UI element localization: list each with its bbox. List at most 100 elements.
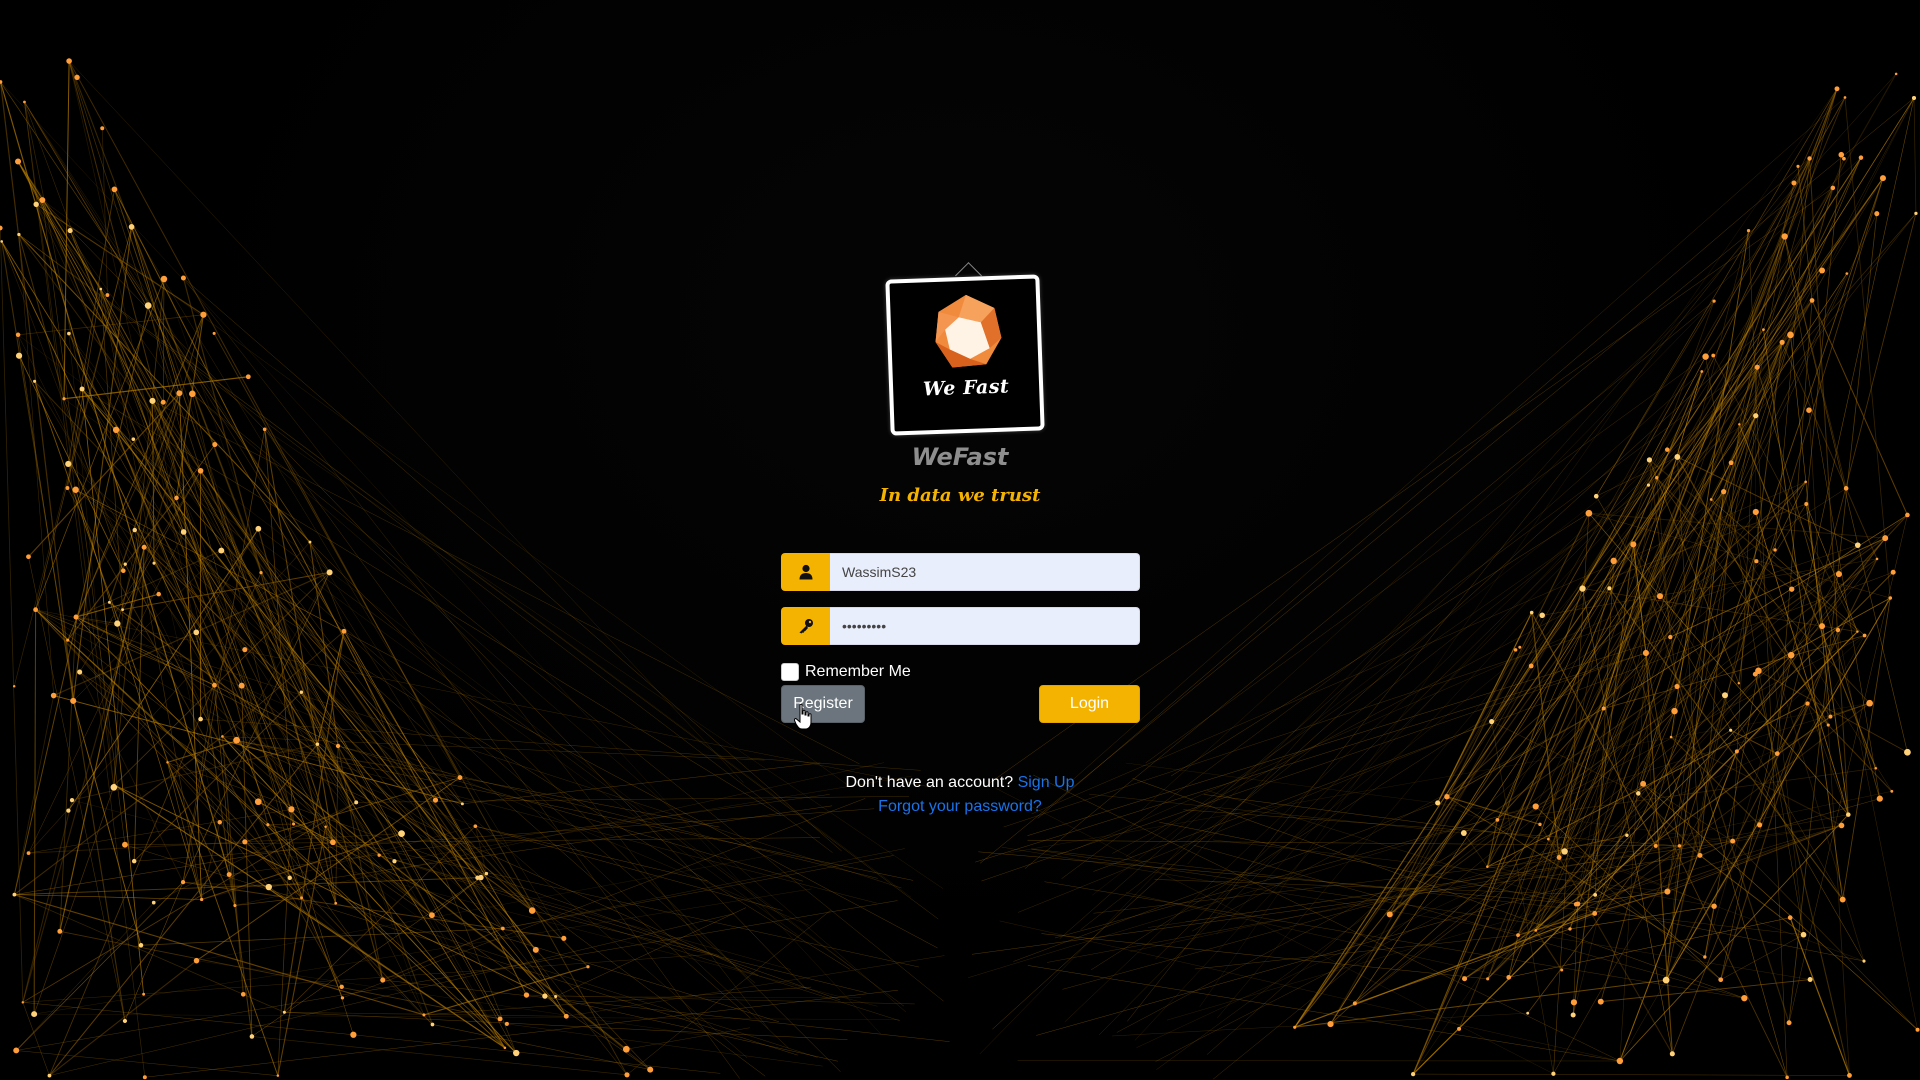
network-dot [1597, 998, 1604, 1005]
network-dot [1866, 699, 1873, 707]
network-line [241, 685, 253, 1037]
signup-link[interactable]: Sign Up [1018, 774, 1075, 791]
network-dot [99, 287, 103, 291]
network-dot [259, 570, 263, 575]
network-dot [26, 554, 31, 560]
network-line [1789, 917, 1851, 1076]
login-button[interactable]: Login [1039, 685, 1140, 723]
network-line [337, 745, 433, 916]
network-dot [107, 600, 111, 604]
network-dot [226, 872, 232, 878]
network-dot [1579, 585, 1586, 592]
network-dot [1737, 682, 1741, 685]
network-line [17, 161, 102, 290]
network-line [379, 854, 901, 1022]
network-dot [1462, 976, 1468, 982]
network-dot [1513, 648, 1518, 652]
remember-checkbox[interactable] [781, 663, 799, 681]
network-line [999, 920, 1620, 1062]
golden-network-background [0, 58, 1920, 1080]
username-input[interactable]: WassimS23 [830, 553, 1140, 591]
network-line [42, 199, 849, 787]
network-line [1776, 300, 1813, 754]
network-line [1705, 356, 1804, 935]
username-field[interactable]: WassimS23 [781, 553, 1140, 591]
network-dot [142, 1075, 147, 1080]
network-line [555, 907, 747, 997]
network-line [258, 528, 905, 1007]
password-input[interactable]: ••••••••• [830, 607, 1140, 645]
network-line [17, 161, 501, 1020]
network-dot [1888, 596, 1893, 600]
remember-me[interactable]: Remember Me [781, 663, 911, 681]
network-dot [1664, 447, 1670, 452]
forgot-password-link[interactable]: Forgot your password? [878, 798, 1042, 815]
tagline: In data we trust [879, 485, 1041, 506]
network-line [14, 894, 425, 1016]
network-dot [1862, 959, 1866, 963]
network-dot [1722, 692, 1728, 699]
network-line [978, 851, 1578, 905]
network-dot [174, 495, 179, 501]
network-line [979, 97, 1915, 864]
network-dot [180, 275, 186, 281]
network-dot [1610, 557, 1617, 565]
network-line [16, 902, 154, 1051]
network-line [626, 1027, 750, 1050]
network-dot [622, 1045, 630, 1053]
network-dot [160, 399, 166, 405]
network-dot [0, 225, 3, 231]
network-dot [1518, 645, 1522, 649]
network-dot [1858, 155, 1864, 160]
network-dot [1789, 586, 1795, 592]
network-line [1463, 832, 1488, 867]
network-dot [398, 830, 405, 838]
network-dot [287, 875, 292, 880]
network-dot [1656, 593, 1664, 600]
network-dot [1819, 623, 1826, 630]
network-dot [1807, 977, 1813, 983]
network-dot [504, 1021, 509, 1026]
network-dot [1786, 1020, 1792, 1026]
network-dot [1486, 865, 1489, 868]
network-dot [1561, 848, 1568, 855]
network-dot [1646, 483, 1651, 487]
password-field[interactable]: ••••••••• [781, 607, 1140, 645]
network-dot [1843, 486, 1849, 491]
network-dot [1787, 331, 1794, 339]
network-dot [523, 992, 530, 998]
network-dot [1410, 1071, 1416, 1077]
network-line [115, 429, 343, 998]
network-line [35, 609, 506, 1049]
network-dot [1718, 977, 1724, 983]
network-dot [1757, 822, 1763, 828]
network-dot [266, 823, 270, 827]
network-dot [1593, 493, 1599, 499]
network-line [1535, 806, 1721, 980]
network-dot [330, 839, 336, 846]
network-dot [1551, 1071, 1556, 1076]
network-line [1206, 549, 1776, 1055]
network-dot [152, 561, 156, 565]
network-dot [429, 912, 435, 919]
network-dot [1352, 1001, 1357, 1006]
login-screen: We Fast WeFast In data we trust WassimS2… [0, 0, 1920, 1080]
network-line [1508, 917, 1791, 978]
network-dot [1560, 968, 1564, 972]
network-line [1497, 177, 1884, 821]
network-line [277, 826, 327, 1076]
network-dot [276, 1074, 280, 1077]
network-dot [112, 426, 120, 434]
network-dot [1585, 509, 1593, 517]
network-dot [15, 332, 21, 338]
network-dot [62, 397, 66, 401]
network-dot [242, 839, 248, 845]
network-dot [532, 946, 539, 953]
network-dot [1653, 844, 1658, 848]
network-line [251, 1036, 628, 1076]
network-line [1676, 73, 1897, 458]
network-dot [1730, 838, 1736, 844]
network-line [140, 928, 503, 946]
network-line [1, 241, 126, 565]
network-dot [430, 1022, 435, 1027]
